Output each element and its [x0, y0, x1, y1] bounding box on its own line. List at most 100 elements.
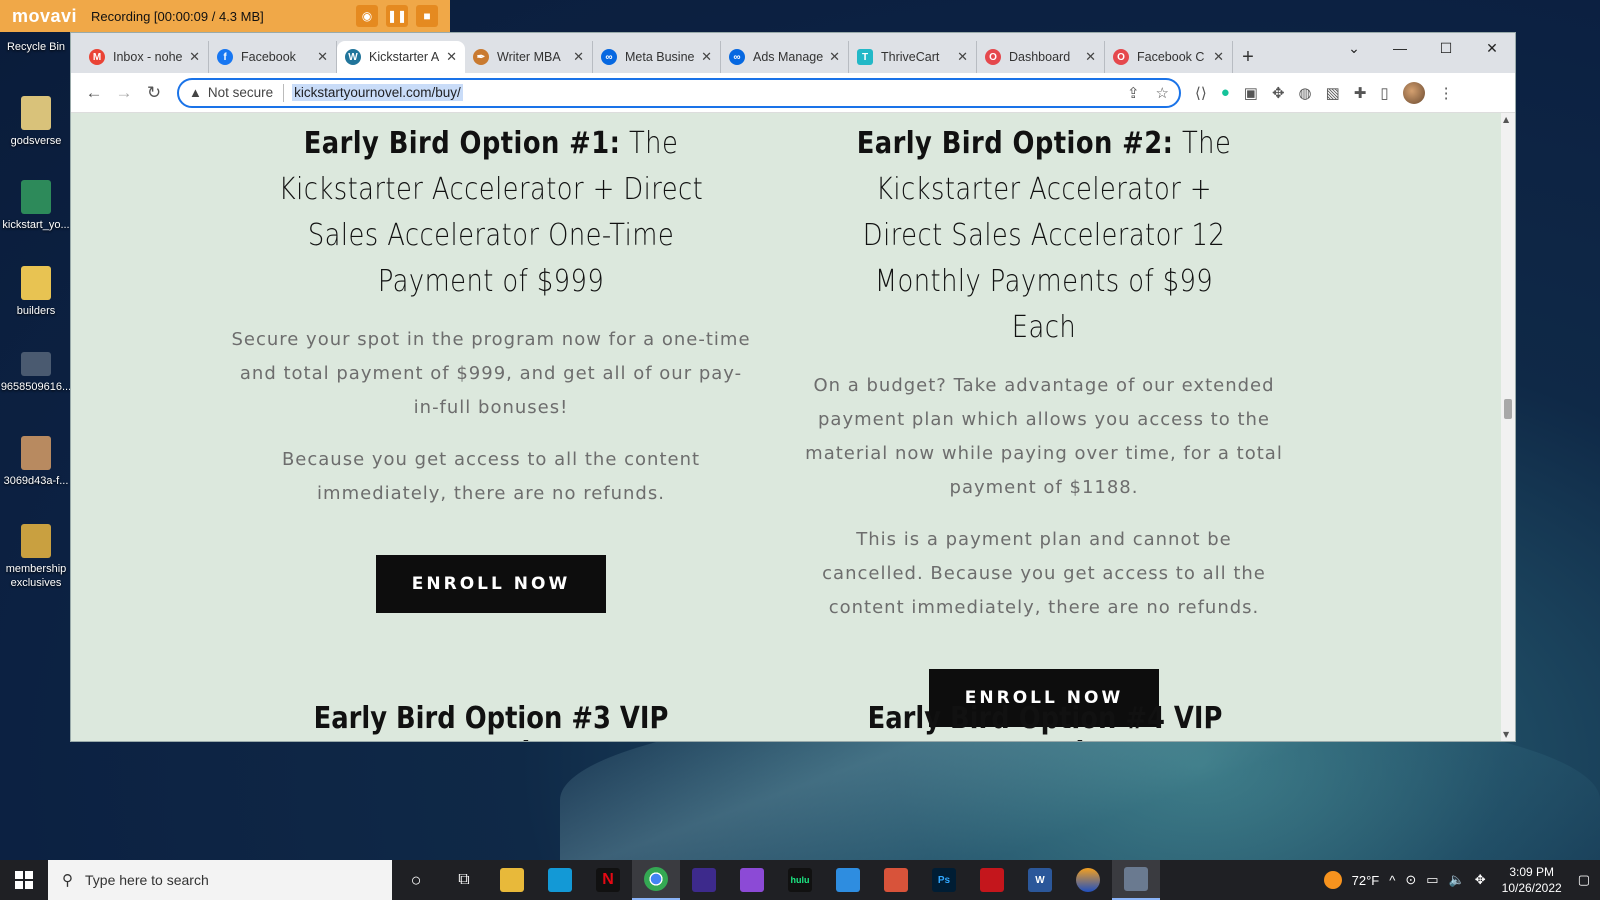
forward-icon[interactable]: →: [109, 83, 139, 103]
desktop-icon-label: godsverse: [10, 135, 62, 147]
close-icon[interactable]: ✕: [957, 49, 968, 65]
word-icon[interactable]: W: [1016, 860, 1064, 900]
volume-icon[interactable]: 🔈: [1449, 872, 1465, 888]
close-icon[interactable]: ✕: [573, 49, 584, 65]
affinity-publisher-icon[interactable]: [872, 860, 920, 900]
desktop-icon-label: builders: [16, 305, 56, 317]
close-icon[interactable]: ✕: [446, 49, 457, 65]
close-icon[interactable]: ✕: [1085, 49, 1096, 65]
acrobat-icon[interactable]: [968, 860, 1016, 900]
back-icon[interactable]: ←: [79, 83, 109, 103]
option-3-title: Early Bird Option #3 VIP Upgrade:: [313, 701, 669, 741]
dropbox-icon[interactable]: ✥: [1475, 872, 1486, 888]
hulu-icon[interactable]: hulu: [776, 860, 824, 900]
desktop-icon-builders[interactable]: builders: [0, 266, 72, 318]
maximize-icon[interactable]: ☐: [1423, 40, 1469, 57]
close-icon[interactable]: ✕: [1213, 49, 1224, 65]
desktop-icon-godsverse[interactable]: godsverse: [0, 96, 72, 148]
tab-meta-business[interactable]: ∞ Meta Busine ✕: [593, 41, 721, 73]
extensions-puzzle-icon[interactable]: ✚: [1354, 84, 1367, 102]
tab-search-icon[interactable]: ⌄: [1331, 40, 1377, 57]
profile-avatar[interactable]: [1402, 81, 1425, 104]
address-bar[interactable]: ▲ Not secure kickstartyournovel.com/buy/…: [177, 77, 1181, 108]
camera-icon[interactable]: ◉: [356, 5, 378, 27]
photoshop-icon[interactable]: Ps: [920, 860, 968, 900]
grammarly-icon[interactable]: ●: [1221, 84, 1230, 101]
close-window-icon[interactable]: ✕: [1469, 40, 1515, 57]
tab-writer-mba[interactable]: ✒ Writer MBA ✕: [465, 41, 593, 73]
movavi-recorder-icon[interactable]: [1112, 860, 1160, 900]
close-icon[interactable]: ✕: [189, 49, 200, 65]
desktop-icon-recycle-bin[interactable]: Recycle Bin: [0, 40, 72, 54]
network-icon[interactable]: ▭: [1426, 872, 1438, 888]
url-text[interactable]: kickstartyournovel.com/buy/: [292, 84, 463, 101]
extension-dropbox-icon[interactable]: ✥: [1272, 84, 1285, 102]
desktop-icon-membership[interactable]: membership exclusives: [0, 524, 72, 590]
tray-app-icon[interactable]: ⊙: [1405, 872, 1416, 888]
cortana-icon[interactable]: ○: [392, 860, 440, 900]
taskbar-search[interactable]: ⚲ Type here to search: [48, 860, 392, 900]
extension-circle-icon[interactable]: ◍: [1299, 84, 1312, 102]
notifications-icon[interactable]: ▢: [1578, 872, 1590, 888]
extensions-area: ⟨⟩ ● ▣ ✥ ◍ ▧ ✚ ▯ ⋮: [1195, 81, 1454, 104]
weather-sun-icon[interactable]: [1323, 871, 1342, 889]
chrome-icon[interactable]: [632, 860, 680, 900]
pause-icon[interactable]: ❚❚: [386, 5, 408, 27]
reload-icon[interactable]: ↻: [139, 83, 169, 103]
option-4-title: Early Bird Option #4 VIP Upgrade:: [867, 701, 1223, 741]
minimize-icon[interactable]: —: [1377, 40, 1423, 56]
affinity-photo-icon[interactable]: [728, 860, 776, 900]
warning-icon: ▲: [189, 85, 202, 100]
desktop-icon-kickstart[interactable]: kickstart_yo...: [0, 180, 72, 232]
stop-icon[interactable]: ■: [416, 5, 438, 27]
scroll-down-icon[interactable]: ▼: [1503, 730, 1509, 739]
menu-kebab-icon[interactable]: ⋮: [1439, 84, 1454, 102]
tab-kickstarter[interactable]: W Kickstarter A ✕: [337, 41, 465, 73]
desktop-icon-image-1[interactable]: 9658509616...: [0, 352, 72, 394]
option-1-description: Secure your spot in the program now for …: [231, 329, 751, 418]
bookmark-star-icon[interactable]: ☆: [1156, 84, 1169, 102]
task-view-icon[interactable]: ⧉: [440, 860, 488, 900]
scroll-thumb[interactable]: [1504, 399, 1512, 419]
desktop-icon-label: Recycle Bin: [6, 41, 66, 53]
side-panel-icon[interactable]: ▯: [1380, 84, 1388, 102]
tray-chevron-icon[interactable]: ^: [1389, 873, 1395, 888]
clock[interactable]: 3:09 PM 10/26/2022: [1502, 864, 1562, 896]
enroll-now-button-1[interactable]: ENROLL NOW: [376, 555, 606, 613]
app-icon[interactable]: [1064, 860, 1112, 900]
wordpress-icon: W: [345, 49, 361, 65]
amazon-music-icon[interactable]: [680, 860, 728, 900]
close-icon[interactable]: ✕: [829, 49, 840, 65]
extension-code-icon[interactable]: ⟨⟩: [1195, 84, 1207, 102]
tab-facebook[interactable]: f Facebook ✕: [209, 41, 337, 73]
netflix-icon[interactable]: N: [584, 860, 632, 900]
start-button[interactable]: [0, 860, 48, 900]
quill-icon: ✒: [473, 49, 489, 65]
share-icon[interactable]: ⇪: [1127, 84, 1140, 102]
tab-thrivecart[interactable]: T ThriveCart ✕: [849, 41, 977, 73]
extension-f-icon[interactable]: ▣: [1244, 84, 1258, 102]
new-tab-button[interactable]: +: [1233, 41, 1263, 73]
scroll-up-icon[interactable]: ▲: [1503, 115, 1509, 124]
file-explorer-icon[interactable]: [488, 860, 536, 900]
tab-ads-manager[interactable]: ∞ Ads Manage ✕: [721, 41, 849, 73]
option-2-title: Early Bird Option #2: The Kickstarter Ac…: [856, 126, 1232, 345]
weather-temp[interactable]: 72°F: [1352, 873, 1380, 888]
taskbar: ⚲ Type here to search ○ ⧉ N hulu Ps W 72…: [0, 860, 1600, 900]
tab-label: Inbox - nohe: [113, 50, 183, 64]
tab-dashboard[interactable]: O Dashboard ✕: [977, 41, 1105, 73]
desktop-icon-image-2[interactable]: 3069d43a-f...: [0, 436, 72, 488]
tab-inbox[interactable]: M Inbox - nohe ✕: [81, 41, 209, 73]
close-icon[interactable]: ✕: [317, 49, 328, 65]
option-1-title: Early Bird Option #1: The Kickstarter Ac…: [278, 126, 704, 299]
tab-facebook-c[interactable]: O Facebook C ✕: [1105, 41, 1233, 73]
meta-icon: ∞: [729, 49, 745, 65]
desktop-icon-label: 9658509616...: [0, 381, 72, 393]
affinity-designer-icon[interactable]: [824, 860, 872, 900]
tab-label: Dashboard: [1009, 50, 1071, 64]
extension-box-icon[interactable]: ▧: [1326, 84, 1340, 102]
tab-label: Facebook C: [1137, 50, 1205, 64]
page-scrollbar[interactable]: ▲ ▼: [1501, 113, 1515, 741]
prime-video-icon[interactable]: [536, 860, 584, 900]
close-icon[interactable]: ✕: [701, 49, 712, 65]
